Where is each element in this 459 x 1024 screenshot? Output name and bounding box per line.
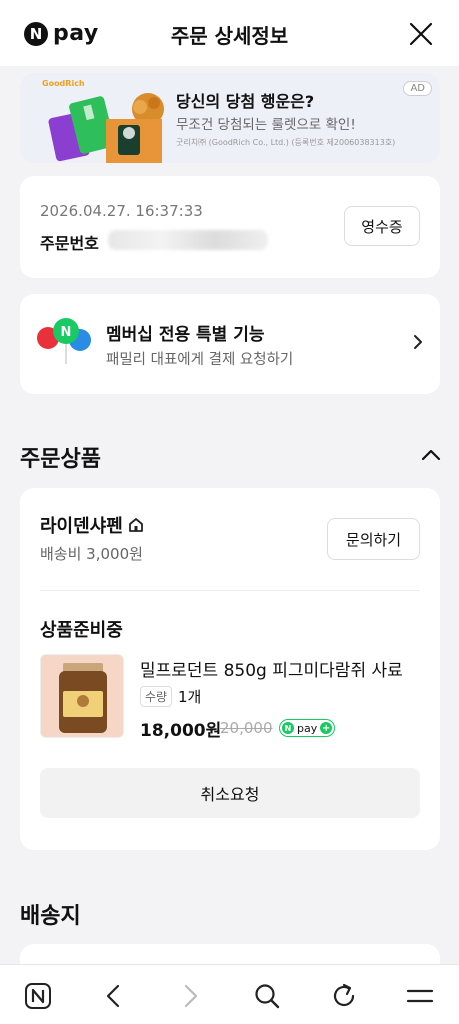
order-datetime: 2026.04.27. 16:37:33 <box>40 202 203 220</box>
npay-logo-mark: N <box>24 21 48 46</box>
ad-brand-logo: GoodRich <box>42 79 85 88</box>
balloons-icon: N <box>37 318 91 364</box>
close-icon[interactable] <box>407 20 435 48</box>
seller-name-text: 라이덴샤펜 <box>40 516 123 537</box>
inquiry-button[interactable]: 문의하기 <box>327 518 420 560</box>
product-name[interactable]: 밀프로던트 850g 피그미다람쥐 사료 <box>140 656 422 681</box>
top-bar: N pay 주문 상세정보 <box>0 0 459 66</box>
seller-name[interactable]: 라이덴샤펜 <box>40 512 145 538</box>
membership-card[interactable]: N 멤버십 전용 특별 기능 패밀리 대표에게 결제 요청하기 <box>20 294 440 394</box>
ad-gift-image <box>48 93 164 163</box>
section-title-shipping: 배송지 <box>20 904 81 929</box>
receipt-button[interactable]: 영수증 <box>344 206 420 246</box>
naver-home-icon[interactable] <box>24 982 52 1010</box>
original-price: 20,000 <box>220 719 273 737</box>
back-icon[interactable] <box>100 982 128 1010</box>
membership-title: 멤버십 전용 특별 기능 <box>106 325 265 345</box>
npay-badge-icon: N <box>282 722 294 734</box>
forward-icon[interactable] <box>176 982 204 1010</box>
shipping-fee: 배송비 3,000원 <box>40 545 143 563</box>
ad-subtext: 무조건 당첨되는 룰렛으로 확인! <box>176 117 356 133</box>
divider <box>40 590 420 591</box>
plus-icon: + <box>320 722 333 734</box>
browser-bottom-nav <box>0 964 459 1024</box>
product-price: 18,000원 <box>140 721 222 741</box>
chevron-right-icon <box>414 335 422 349</box>
search-icon[interactable] <box>253 982 281 1010</box>
home-icon <box>128 518 143 532</box>
quantity-value: 1개 <box>178 688 202 706</box>
ad-banner[interactable]: GoodRich 당신의 당첨 행운은? 무조건 당첨되는 룰렛으로 확인! 굿… <box>20 73 440 163</box>
npay-logo-text: pay <box>53 21 99 46</box>
order-number-label: 주문번호 <box>40 234 99 253</box>
npay-plus-badge: N pay + <box>279 719 336 737</box>
section-title-order-products: 주문상품 <box>20 447 101 472</box>
refresh-icon[interactable] <box>330 982 358 1010</box>
ad-legal-text: 굿리치㈜ (GoodRich Co., Ltd.) (등록번호 제2006038… <box>176 138 396 147</box>
quantity-label: 수량 <box>140 686 173 707</box>
order-number-redacted <box>108 230 268 250</box>
ad-badge: AD <box>403 81 432 96</box>
menu-icon[interactable] <box>406 982 434 1010</box>
order-product-card: 라이덴샤펜 배송비 3,000원 문의하기 상품준비중 밀프로던트 850g 피… <box>20 488 440 850</box>
membership-subtitle: 패밀리 대표에게 결제 요청하기 <box>106 352 294 368</box>
npay-logo[interactable]: N pay <box>24 21 99 46</box>
chevron-up-icon[interactable] <box>420 447 442 463</box>
product-thumbnail[interactable] <box>40 654 124 738</box>
order-status: 상품준비중 <box>40 620 123 641</box>
order-info-card: 2026.04.27. 16:37:33 주문번호 영수증 <box>20 176 440 278</box>
npay-badge-text: pay <box>297 721 318 735</box>
ad-headline: 당신의 당첨 행운은? <box>176 92 315 111</box>
cancel-request-button[interactable]: 취소요청 <box>40 768 420 818</box>
svg-text:N: N <box>61 325 72 340</box>
